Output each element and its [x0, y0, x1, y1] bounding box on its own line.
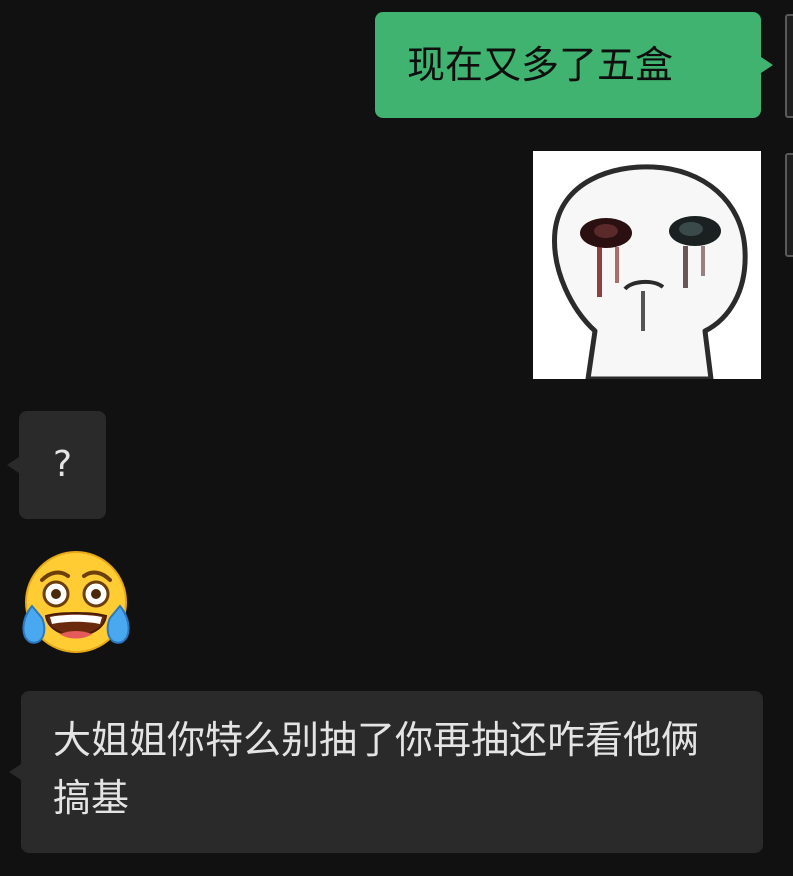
bubble-tail	[9, 764, 21, 780]
incoming-message-bubble[interactable]: ?	[7, 411, 106, 519]
message-text: 现在又多了五盒	[407, 43, 674, 87]
sender-avatar[interactable]	[785, 14, 793, 118]
message-text: ?	[52, 444, 73, 485]
face-with-tears-of-joy-icon	[22, 551, 130, 653]
incoming-message-bubble[interactable]: 大姐姐你特么别抽了你再抽还咋看他俩搞基	[9, 691, 763, 853]
sticker-image[interactable]	[533, 151, 761, 382]
sender-avatar[interactable]	[785, 153, 793, 257]
message-text: 大姐姐你特么别抽了你再抽还咋看他俩搞基	[53, 718, 700, 820]
chat-thread: 现在又多了五盒 ? 大姐姐你特么别抽了你再抽还咋看他俩搞基	[0, 0, 793, 876]
bubble-tail	[761, 57, 773, 73]
outgoing-message-bubble[interactable]: 现在又多了五盒	[375, 12, 773, 118]
crying-cartoon-face-sticker	[533, 151, 761, 382]
bubble-tail	[7, 457, 19, 473]
emoji-message[interactable]	[20, 548, 132, 660]
